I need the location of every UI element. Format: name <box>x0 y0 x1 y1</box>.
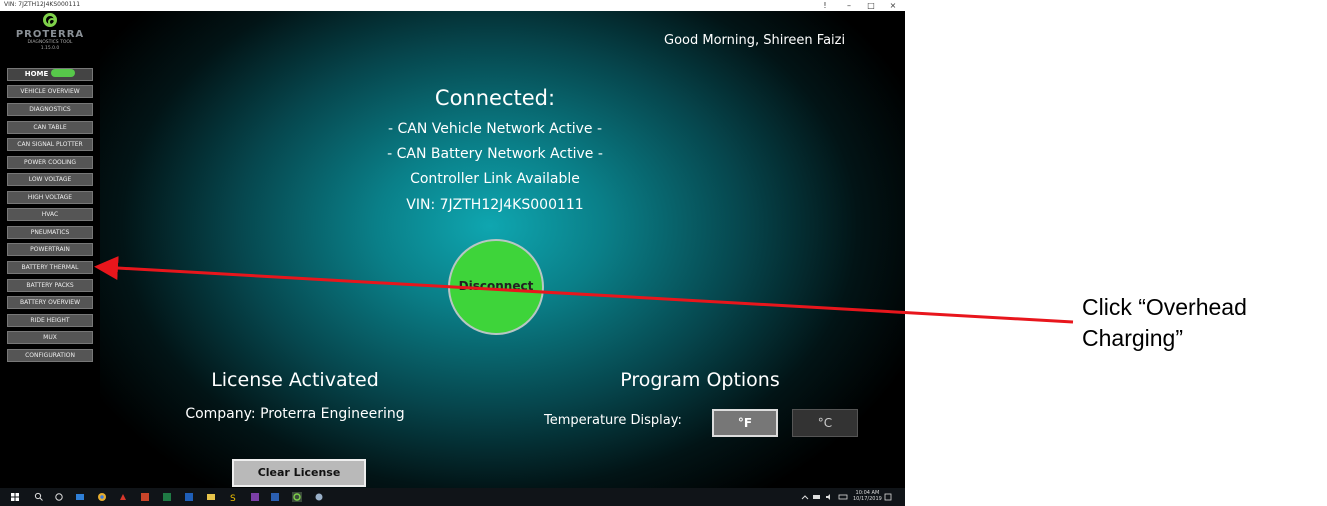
pdf-reader-icon[interactable] <box>118 492 128 502</box>
program-options-title: Program Options <box>620 369 780 391</box>
sidebar-item-label: HOME <box>24 70 49 78</box>
sidebar-item-hvac[interactable]: HVAC <box>7 208 93 221</box>
sidebar-item-home[interactable]: HOME <box>7 68 93 81</box>
sidebar-item-diagnostics[interactable]: DIAGNOSTICS <box>7 103 93 116</box>
license-company: Company: Proterra Engineering <box>185 406 405 422</box>
sidebar-item-can-table[interactable]: CAN TABLE <box>7 121 93 134</box>
keyboard-icon[interactable] <box>838 492 848 502</box>
sidebar-item-power-cooling[interactable]: POWER COOLING <box>7 156 93 169</box>
status-can-battery: - CAN Battery Network Active - <box>387 146 603 162</box>
sidebar-item-mux[interactable]: MUX <box>7 331 93 344</box>
window-title: VIN: 7JZTH12J4KS000111 <box>4 1 81 8</box>
title-bar: VIN: 7JZTH12J4KS000111 ! – □ × <box>0 0 905 11</box>
license-title: License Activated <box>211 369 379 391</box>
sidebar-item-low-voltage[interactable]: LOW VOLTAGE <box>7 173 93 186</box>
status-controller-link: Controller Link Available <box>410 171 580 187</box>
excel-icon[interactable] <box>162 492 172 502</box>
proterra-app-taskbar-icon[interactable] <box>292 492 302 502</box>
sidebar-item-battery-thermal[interactable]: BATTERY THERMAL <box>7 261 93 274</box>
onenote-icon[interactable] <box>250 492 260 502</box>
tray-chevron-up-icon[interactable] <box>800 492 810 502</box>
status-can-vehicle: - CAN Vehicle Network Active - <box>387 121 602 137</box>
task-view-icon[interactable] <box>75 492 85 502</box>
annotation-line-1: Click “Overhead <box>1082 294 1247 320</box>
notifications-icon[interactable] <box>883 492 893 502</box>
greeting-text: Good Morning, Shireen Faizi <box>664 33 846 48</box>
svg-text:S: S <box>230 494 236 502</box>
file-explorer-icon[interactable] <box>206 492 216 502</box>
annotation-line-2: Charging” <box>1082 325 1183 351</box>
sidebar-item-battery-packs[interactable]: BATTERY PACKS <box>7 279 93 292</box>
annotation-text: Click “Overhead Charging” <box>1082 292 1322 354</box>
alert-icon[interactable]: ! <box>814 0 836 11</box>
proterra-logo: PROTERRA DIAGNOSTICS TOOL 1.15.0.0 <box>0 13 100 52</box>
proterra-logo-icon <box>43 13 57 27</box>
maximize-button[interactable]: □ <box>860 0 882 11</box>
cortana-icon[interactable] <box>54 492 64 502</box>
close-button[interactable]: × <box>882 0 904 11</box>
sidebar-item-powertrain[interactable]: POWERTRAIN <box>7 243 93 256</box>
fahrenheit-button[interactable]: °F <box>712 409 778 437</box>
powerpoint-icon[interactable] <box>140 492 150 502</box>
taskbar: S 10:04 AM 10/17/2019 <box>0 488 905 506</box>
volume-icon[interactable] <box>824 492 834 502</box>
connected-title: Connected: <box>434 86 556 110</box>
sidebar: PROTERRA DIAGNOSTICS TOOL 1.15.0.0 HOME … <box>0 11 100 488</box>
sidebar-item-can-signal-plotter[interactable]: CAN SIGNAL PLOTTER <box>7 138 93 151</box>
outlook-icon[interactable] <box>184 492 194 502</box>
clear-license-button[interactable]: Clear License <box>232 459 366 487</box>
paint-icon[interactable] <box>314 492 324 502</box>
sidebar-item-configuration[interactable]: CONFIGURATION <box>7 349 93 362</box>
sidebar-item-high-voltage[interactable]: HIGH VOLTAGE <box>7 191 93 204</box>
minimize-button[interactable]: – <box>838 0 860 11</box>
tray-date: 10/17/2019 <box>853 496 882 502</box>
chrome-icon[interactable] <box>97 492 107 502</box>
temperature-display-label: Temperature Display: <box>544 413 682 428</box>
windows-start-icon[interactable] <box>10 492 20 502</box>
disconnect-button[interactable]: Disconnect <box>448 239 544 335</box>
app-content: PROTERRA DIAGNOSTICS TOOL 1.15.0.0 HOME … <box>0 11 905 488</box>
sidebar-item-pneumatics[interactable]: PNEUMATICS <box>7 226 93 239</box>
battery-icon[interactable] <box>812 492 822 502</box>
skype-icon[interactable]: S <box>228 492 238 502</box>
status-vin: VIN: 7JZTH12J4KS000111 <box>406 197 584 213</box>
brand-name: PROTERRA <box>15 29 85 40</box>
app-version: 1.15.0.0 <box>40 46 60 51</box>
celsius-button[interactable]: °C <box>792 409 858 437</box>
sidebar-item-ride-height[interactable]: RIDE HEIGHT <box>7 314 93 327</box>
sidebar-item-battery-overview[interactable]: BATTERY OVERVIEW <box>7 296 93 309</box>
home-toggle-icon <box>51 69 76 77</box>
sidebar-item-vehicle-overview[interactable]: VEHICLE OVERVIEW <box>7 85 93 98</box>
word-icon[interactable] <box>270 492 280 502</box>
app-window: VIN: 7JZTH12J4KS000111 ! – □ × PROTERRA … <box>0 0 905 506</box>
search-icon[interactable] <box>34 492 44 502</box>
tray-clock[interactable]: 10:04 AM 10/17/2019 <box>853 490 882 502</box>
